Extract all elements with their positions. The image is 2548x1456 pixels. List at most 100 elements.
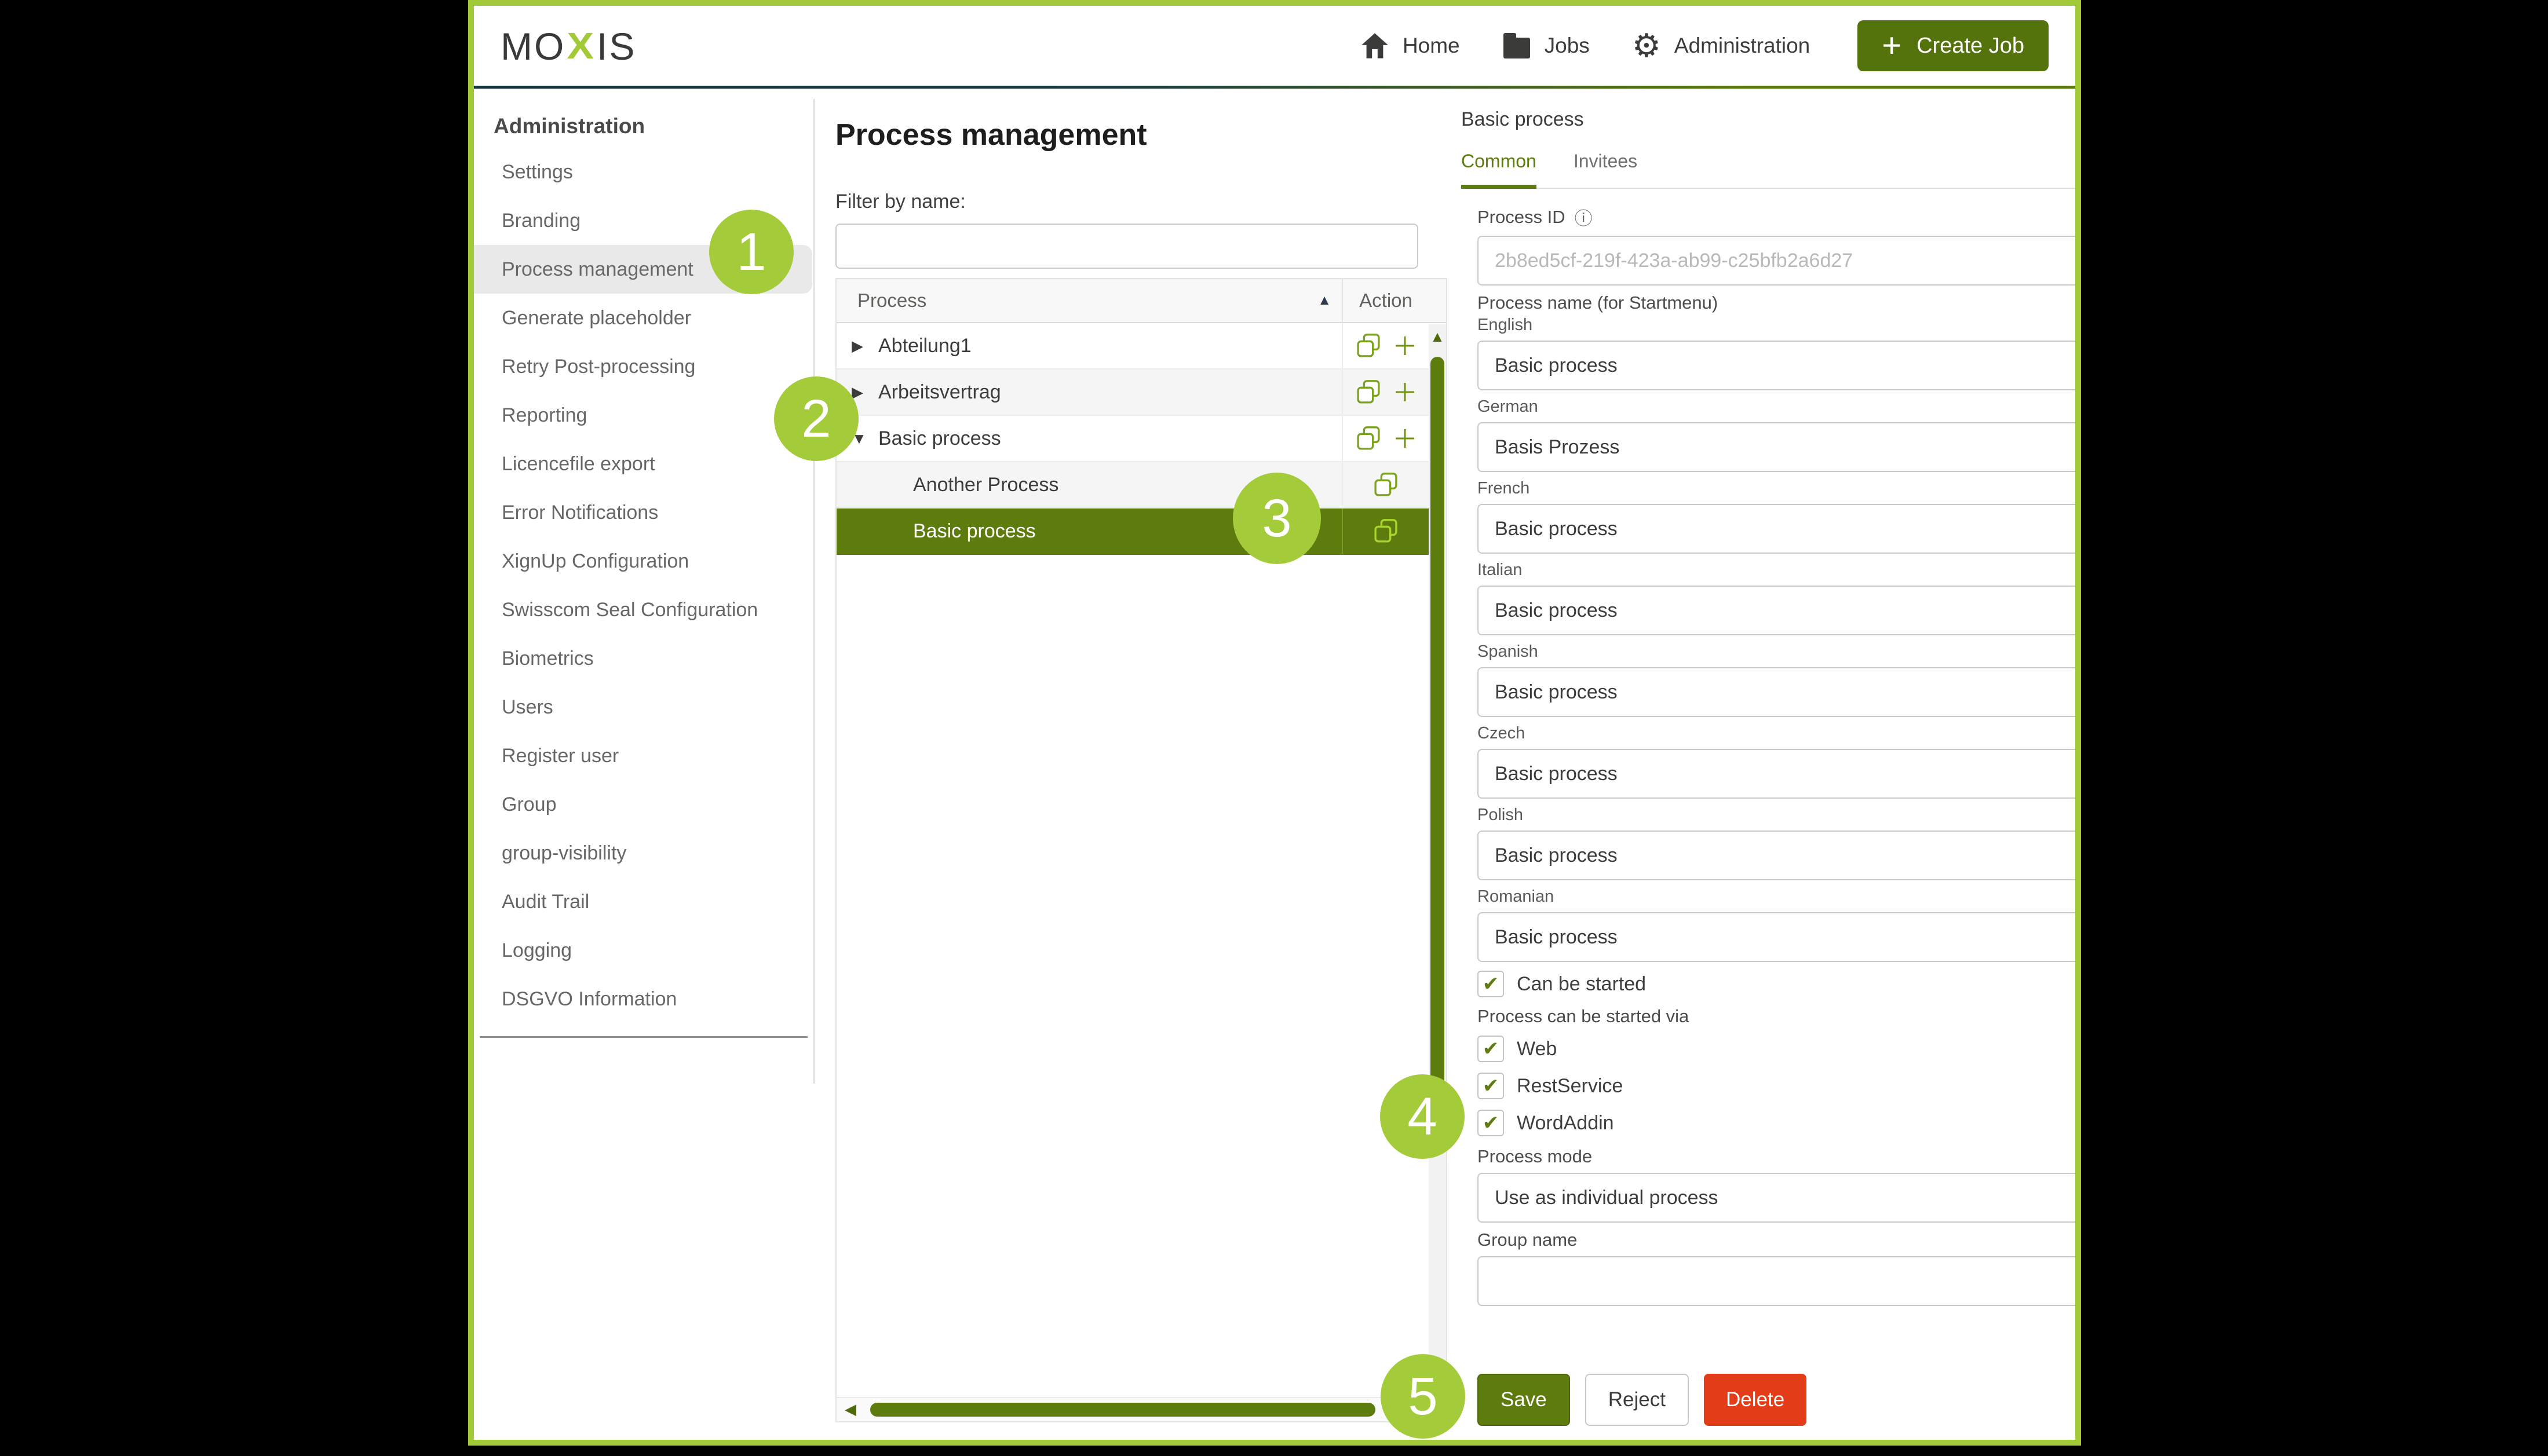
sidebar-item-label: Users: [502, 696, 553, 719]
sidebar-bottom-divider: [480, 1036, 808, 1038]
detail-form: Process ID ⓘ Process name (for Startmenu…: [1477, 204, 2075, 1306]
started-via-option[interactable]: ✔ RestService: [1477, 1071, 2075, 1101]
sidebar-item[interactable]: Settings: [474, 148, 812, 196]
add-icon[interactable]: [1393, 427, 1417, 450]
checkmark-icon: ✔: [1483, 972, 1499, 996]
copy-icon[interactable]: [1355, 379, 1382, 405]
can-be-started-label: Can be started: [1517, 973, 1646, 996]
language-input[interactable]: [1477, 667, 2075, 717]
sidebar-item[interactable]: Users: [474, 683, 812, 731]
page-title: Process management: [835, 118, 1447, 152]
table-header: Process ▲ Action: [837, 279, 1446, 323]
language-field: Italian: [1477, 561, 2075, 635]
language-input[interactable]: [1477, 504, 2075, 554]
process-detail-panel: Basic process Common Invitees Process ID…: [1447, 89, 2075, 1440]
language-label: Czech: [1477, 724, 2075, 743]
language-label: Polish: [1477, 806, 2075, 825]
table-row[interactable]: ▶ Arbeitsvertrag: [837, 370, 1446, 416]
sidebar-item-label: Group: [502, 793, 557, 816]
checkbox[interactable]: ✔: [1477, 1110, 1504, 1136]
reject-button[interactable]: Reject: [1585, 1374, 1689, 1426]
add-icon[interactable]: [1393, 334, 1417, 357]
sidebar-item[interactable]: Error Notifications: [474, 488, 812, 537]
info-icon[interactable]: ⓘ: [1575, 204, 1593, 230]
started-via-option[interactable]: ✔ Web: [1477, 1034, 2075, 1064]
language-input[interactable]: [1477, 749, 2075, 799]
horizontal-scrollbar[interactable]: ◀: [837, 1397, 1429, 1421]
process-name: Basic process: [878, 427, 1001, 450]
step-badge-2: 2: [774, 376, 859, 461]
process-name: Abteilung1: [878, 335, 972, 357]
copy-icon[interactable]: [1355, 332, 1382, 359]
delete-button[interactable]: Delete: [1704, 1374, 1806, 1426]
row-actions: [1342, 370, 1429, 415]
group-name-label: Group name: [1477, 1230, 2075, 1250]
column-header-action: Action: [1342, 279, 1429, 322]
sidebar-item[interactable]: Swisscom Seal Configuration: [474, 586, 812, 634]
nav-administration-label: Administration: [1674, 34, 1810, 58]
tree-toggle-icon[interactable]: ▶: [852, 337, 878, 355]
nav-home-label: Home: [1403, 34, 1460, 58]
tab-common[interactable]: Common: [1461, 151, 1536, 189]
save-button[interactable]: Save: [1477, 1374, 1570, 1426]
sidebar-item[interactable]: Group: [474, 780, 812, 829]
tree-toggle-icon[interactable]: ▶: [852, 383, 878, 401]
horizontal-scroll-thumb[interactable]: [870, 1403, 1375, 1417]
sidebar-item-label: Biometrics: [502, 647, 594, 670]
row-actions: [1342, 462, 1429, 507]
checkbox-can-be-started[interactable]: ✔: [1477, 971, 1504, 997]
filter-input[interactable]: [835, 224, 1418, 269]
language-input[interactable]: [1477, 586, 2075, 635]
process-id-field: [1477, 236, 2075, 286]
checkbox[interactable]: ✔: [1477, 1073, 1504, 1099]
sidebar-item[interactable]: Audit Trail: [474, 877, 812, 926]
create-job-button[interactable]: + Create Job: [1857, 20, 2049, 71]
language-field: Spanish: [1477, 642, 2075, 717]
group-name-field[interactable]: [1477, 1256, 2075, 1306]
add-icon[interactable]: [1393, 381, 1417, 404]
table-empty-area: [837, 555, 1446, 1421]
sidebar-item[interactable]: Logging: [474, 926, 812, 975]
tab-invitees[interactable]: Invitees: [1574, 151, 1637, 188]
vertical-scroll-thumb[interactable]: [1430, 357, 1444, 1089]
sidebar-item[interactable]: Biometrics: [474, 634, 812, 683]
sidebar-item[interactable]: Retry Post-processing: [474, 342, 812, 391]
table-row[interactable]: Another Process: [837, 462, 1446, 508]
sidebar-item[interactable]: DSGVO Information: [474, 975, 812, 1023]
copy-icon[interactable]: [1372, 518, 1399, 544]
detail-tabs: Common Invitees: [1461, 151, 2075, 189]
app-window: MOXIS Home Jobs ⚙ Administration: [468, 0, 2081, 1446]
copy-icon[interactable]: [1355, 425, 1382, 452]
sidebar-item[interactable]: Generate placeholder: [474, 294, 812, 342]
sidebar-title: Administration: [474, 106, 815, 148]
started-via-option[interactable]: ✔ WordAddin: [1477, 1108, 2075, 1138]
sidebar-item[interactable]: group-visibility: [474, 829, 812, 877]
sidebar-item[interactable]: Register user: [474, 731, 812, 780]
column-header-process[interactable]: Process ▲: [837, 290, 1342, 312]
table-row[interactable]: ▶ Abteilung1: [837, 323, 1446, 370]
language-input[interactable]: [1477, 912, 2075, 962]
can-be-started-row[interactable]: ✔ Can be started: [1477, 969, 2075, 999]
vertical-scrollbar[interactable]: ▲: [1429, 324, 1446, 1397]
language-input[interactable]: [1477, 422, 2075, 472]
sort-ascending-icon[interactable]: ▲: [1317, 292, 1331, 309]
nav-administration[interactable]: ⚙ Administration: [1631, 31, 1810, 61]
scroll-up-icon[interactable]: ▲: [1429, 328, 1446, 346]
process-name-section-label: Process name (for Startmenu): [1477, 292, 2075, 313]
sidebar-item[interactable]: XignUp Configuration: [474, 537, 812, 586]
language-input[interactable]: [1477, 831, 2075, 880]
nav-home[interactable]: Home: [1360, 31, 1460, 61]
table-row[interactable]: ▼ Basic process: [837, 416, 1446, 462]
nav-jobs[interactable]: Jobs: [1502, 31, 1590, 61]
copy-icon[interactable]: [1372, 471, 1399, 498]
checkbox[interactable]: ✔: [1477, 1036, 1504, 1062]
administration-icon: ⚙: [1631, 31, 1662, 61]
process-mode-field[interactable]: [1477, 1173, 2075, 1223]
sidebar-item[interactable]: Licencefile export: [474, 440, 812, 488]
process-mode-label: Process mode: [1477, 1146, 2075, 1167]
sidebar-item-label: Register user: [502, 745, 619, 767]
scroll-left-icon[interactable]: ◀: [845, 1400, 856, 1418]
sidebar-item[interactable]: Reporting: [474, 391, 812, 440]
language-input[interactable]: [1477, 341, 2075, 390]
table-row[interactable]: Basic process: [837, 508, 1446, 555]
